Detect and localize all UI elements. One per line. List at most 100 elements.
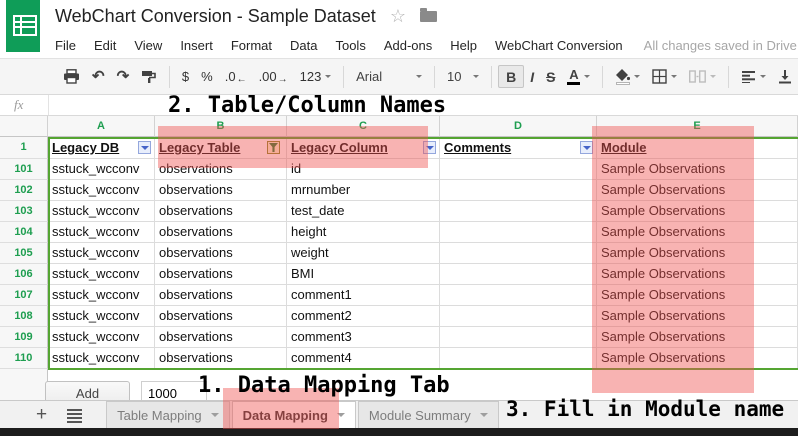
cell-module[interactable]: Sample Observations <box>597 285 798 306</box>
cell-legacy_table[interactable]: observations <box>155 243 287 264</box>
menu-add-ons[interactable]: Add-ons <box>375 38 441 53</box>
row-number[interactable]: 108 <box>0 306 48 327</box>
select-all-corner[interactable] <box>0 116 48 137</box>
currency-format-button[interactable]: $ <box>176 65 195 89</box>
row-number[interactable]: 105 <box>0 243 48 264</box>
tab-menu-arrow-icon[interactable] <box>211 413 219 421</box>
increase-decimal-button[interactable]: .00→ <box>253 65 294 89</box>
field-header-cell[interactable]: Comments <box>440 137 597 159</box>
cell-comments[interactable] <box>440 222 597 243</box>
cell-legacy_table[interactable]: observations <box>155 159 287 180</box>
cell-legacy_column[interactable]: mrnumber <box>287 180 440 201</box>
menu-view[interactable]: View <box>125 38 171 53</box>
percent-format-button[interactable]: % <box>195 65 219 89</box>
column-header-e[interactable]: E <box>597 116 798 137</box>
menu-tools[interactable]: Tools <box>326 38 374 53</box>
sheet-tab-data-mapping[interactable]: Data Mapping <box>232 401 356 428</box>
cell-legacy_table[interactable]: observations <box>155 180 287 201</box>
row-number[interactable]: 104 <box>0 222 48 243</box>
row-number[interactable]: 106 <box>0 264 48 285</box>
font-family-select[interactable]: Arial <box>350 65 428 89</box>
cell-legacy_column[interactable]: id <box>287 159 440 180</box>
cell-legacy_db[interactable]: sstuck_wcconv <box>48 264 155 285</box>
star-icon[interactable]: ☆ <box>390 7 406 25</box>
filter-dropdown-button[interactable] <box>580 141 593 154</box>
sheet-tab-table-mapping[interactable]: Table Mapping <box>106 401 230 428</box>
menu-help[interactable]: Help <box>441 38 486 53</box>
add-sheet-button[interactable]: + <box>36 405 47 424</box>
row-number[interactable]: 110 <box>0 348 48 369</box>
row-number[interactable]: 102 <box>0 180 48 201</box>
cell-module[interactable]: Sample Observations <box>597 264 798 285</box>
paint-format-button[interactable] <box>135 65 163 89</box>
cell-legacy_db[interactable]: sstuck_wcconv <box>48 306 155 327</box>
field-header-cell[interactable]: Legacy DB <box>48 137 155 159</box>
borders-button[interactable] <box>646 65 683 89</box>
row-number[interactable]: 107 <box>0 285 48 306</box>
cell-comments[interactable] <box>440 264 597 285</box>
strikethrough-button[interactable]: S <box>540 65 561 89</box>
tab-menu-arrow-icon[interactable] <box>337 413 345 421</box>
menu-file[interactable]: File <box>46 38 85 53</box>
cell-legacy_column[interactable]: comment2 <box>287 306 440 327</box>
column-header-b[interactable]: B <box>155 116 287 137</box>
italic-button[interactable]: I <box>524 65 540 89</box>
column-header-a[interactable]: A <box>48 116 155 137</box>
cell-legacy_column[interactable]: BMI <box>287 264 440 285</box>
cell-legacy_column[interactable]: height <box>287 222 440 243</box>
add-rows-button[interactable]: Add <box>45 381 130 400</box>
menu-insert[interactable]: Insert <box>171 38 222 53</box>
cell-legacy_db[interactable]: sstuck_wcconv <box>48 243 155 264</box>
cell-legacy_column[interactable]: weight <box>287 243 440 264</box>
print-button[interactable] <box>57 65 86 89</box>
all-sheets-menu-button[interactable] <box>67 408 82 422</box>
cell-legacy_table[interactable]: observations <box>155 201 287 222</box>
cell-legacy_table[interactable]: observations <box>155 222 287 243</box>
cell-comments[interactable] <box>440 159 597 180</box>
undo-button[interactable]: ↶ <box>86 65 111 89</box>
cell-legacy_table[interactable]: observations <box>155 348 287 369</box>
cell-legacy_column[interactable]: comment1 <box>287 285 440 306</box>
row-number[interactable]: 101 <box>0 159 48 180</box>
document-title[interactable]: WebChart Conversion - Sample Dataset <box>55 6 376 27</box>
cell-comments[interactable] <box>440 243 597 264</box>
cell-legacy_db[interactable]: sstuck_wcconv <box>48 180 155 201</box>
cell-module[interactable]: Sample Observations <box>597 201 798 222</box>
field-header-cell[interactable]: Legacy Table <box>155 137 287 159</box>
cell-module[interactable]: Sample Observations <box>597 159 798 180</box>
cell-legacy_db[interactable]: sstuck_wcconv <box>48 201 155 222</box>
row-number[interactable]: 1 <box>0 137 48 159</box>
font-size-select[interactable]: 10 <box>441 65 485 89</box>
cell-module[interactable]: Sample Observations <box>597 243 798 264</box>
menu-data[interactable]: Data <box>281 38 326 53</box>
cell-comments[interactable] <box>440 180 597 201</box>
merge-cells-button[interactable] <box>683 65 722 89</box>
cell-legacy_db[interactable]: sstuck_wcconv <box>48 285 155 306</box>
cell-legacy_column[interactable]: comment4 <box>287 348 440 369</box>
cell-module[interactable]: Sample Observations <box>597 222 798 243</box>
sheet-tab-module-summary[interactable]: Module Summary <box>358 401 499 428</box>
active-filter-button[interactable] <box>267 141 280 154</box>
cell-comments[interactable] <box>440 348 597 369</box>
add-rows-count-input[interactable] <box>141 381 207 400</box>
text-color-button[interactable]: A <box>561 65 596 89</box>
row-number[interactable]: 109 <box>0 327 48 348</box>
menu-webchart-conversion[interactable]: WebChart Conversion <box>486 38 632 53</box>
folder-icon[interactable] <box>420 11 437 22</box>
field-header-cell[interactable]: Module <box>597 137 798 159</box>
cell-module[interactable]: Sample Observations <box>597 180 798 201</box>
tab-menu-arrow-icon[interactable] <box>480 413 488 421</box>
cell-legacy_table[interactable]: observations <box>155 306 287 327</box>
fill-color-button[interactable] <box>609 65 646 89</box>
column-header-c[interactable]: C <box>287 116 440 137</box>
cell-comments[interactable] <box>440 306 597 327</box>
cell-module[interactable]: Sample Observations <box>597 327 798 348</box>
formula-bar[interactable]: fx <box>0 95 798 116</box>
cell-legacy_db[interactable]: sstuck_wcconv <box>48 348 155 369</box>
cell-legacy_db[interactable]: sstuck_wcconv <box>48 159 155 180</box>
vertical-align-button[interactable] <box>772 65 798 89</box>
row-number[interactable]: 103 <box>0 201 48 222</box>
filter-dropdown-button[interactable] <box>423 141 436 154</box>
menu-format[interactable]: Format <box>222 38 281 53</box>
filter-dropdown-button[interactable] <box>138 141 151 154</box>
